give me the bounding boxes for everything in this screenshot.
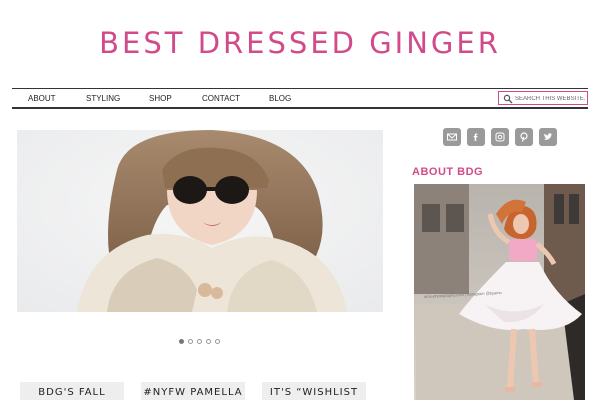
about-photo[interactable]: amo-photography.com | instagram @byamo	[414, 184, 585, 400]
nav-item-about[interactable]: ABOUT	[28, 94, 56, 103]
instagram-icon[interactable]	[491, 128, 509, 146]
post-card[interactable]: BDG'S FALL SHOPPING CHEAT	[20, 382, 124, 400]
nav-item-styling[interactable]: STYLING	[86, 94, 120, 103]
slider-dot[interactable]	[188, 339, 193, 344]
slider-dot[interactable]	[179, 339, 184, 344]
twitter-icon[interactable]	[539, 128, 557, 146]
post-card[interactable]: #NYFW PAMELLA ROLAND	[141, 382, 245, 400]
about-heading: ABOUT BDG	[412, 166, 484, 178]
slider-dot[interactable]	[206, 339, 211, 344]
nav-item-contact[interactable]: CONTACT	[202, 94, 240, 103]
nav-item-blog[interactable]: BLOG	[269, 94, 291, 103]
search-box	[498, 91, 588, 105]
nav-item-shop[interactable]: SHOP	[149, 94, 172, 103]
slider-dot[interactable]	[215, 339, 220, 344]
facebook-icon[interactable]	[467, 128, 485, 146]
main-nav: ABOUT STYLING SHOP CONTACT BLOG	[12, 88, 588, 109]
search-input[interactable]	[515, 93, 585, 104]
slider-dot[interactable]	[197, 339, 202, 344]
post-card[interactable]: IT'S “WISHLIST WEDNESDAY” ON	[262, 382, 366, 400]
pinterest-icon[interactable]	[515, 128, 533, 146]
featured-slider-image[interactable]	[17, 130, 383, 312]
search-icon[interactable]	[503, 94, 513, 104]
site-title[interactable]: BEST DRESSED GINGER	[0, 26, 600, 60]
email-icon[interactable]	[443, 128, 461, 146]
woman-sunglasses-fur-photo	[17, 130, 383, 312]
